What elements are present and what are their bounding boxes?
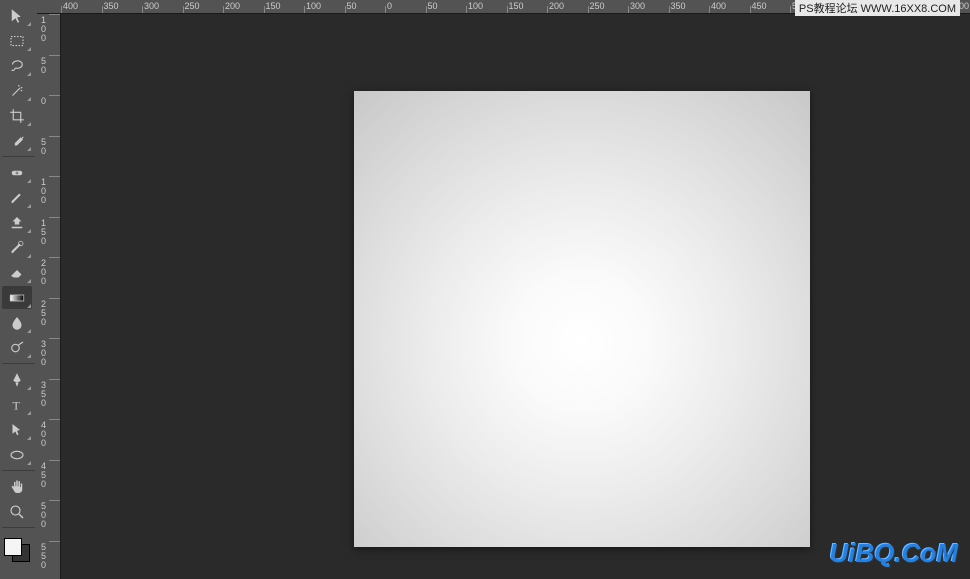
blur-tool[interactable] [2, 311, 32, 334]
watermark-top: PS教程论坛 WWW.16XX8.COM [795, 0, 960, 16]
document-canvas[interactable] [354, 91, 810, 547]
zoom-tool[interactable] [2, 500, 32, 523]
lasso-tool[interactable] [2, 54, 32, 77]
workspace [61, 14, 970, 579]
watermark-bottom: UiBQ.CoM [829, 538, 958, 569]
history-brush-tool[interactable] [2, 236, 32, 259]
color-swatches[interactable] [2, 536, 32, 564]
magic-wand-tool[interactable] [2, 79, 32, 102]
tool-palette: T [0, 0, 37, 579]
brush-tool[interactable] [2, 186, 32, 209]
foreground-color-swatch[interactable] [4, 538, 22, 556]
svg-text:T: T [13, 398, 21, 412]
type-tool[interactable]: T [2, 393, 32, 416]
clone-stamp-tool[interactable] [2, 211, 32, 234]
gradient-tool[interactable] [2, 286, 32, 309]
healing-brush-tool[interactable] [2, 161, 32, 184]
crop-tool[interactable] [2, 104, 32, 127]
rectangular-marquee-tool[interactable] [2, 29, 32, 52]
dodge-tool[interactable] [2, 336, 32, 359]
eyedropper-tool[interactable] [2, 129, 32, 152]
vertical-ruler[interactable]: 1005005010015020025030035040045050055060… [37, 14, 61, 579]
move-tool[interactable] [2, 4, 32, 27]
pen-tool[interactable] [2, 368, 32, 391]
hand-tool[interactable] [2, 475, 32, 498]
path-selection-tool[interactable] [2, 418, 32, 441]
rectangle-tool[interactable] [2, 443, 32, 466]
eraser-tool[interactable] [2, 261, 32, 284]
